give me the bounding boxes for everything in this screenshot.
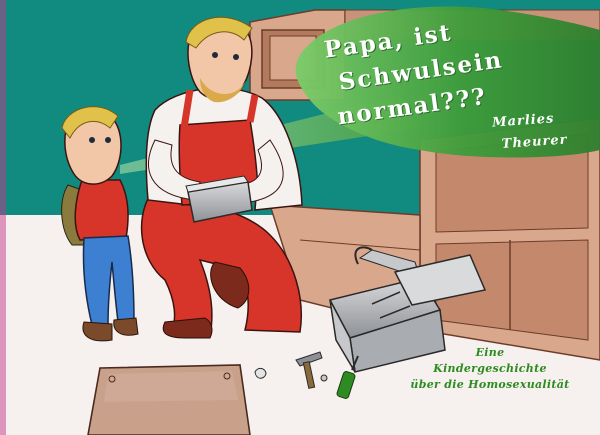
wooden-board-icon — [87, 364, 251, 435]
book-cover: Papa, ist Schwulsein normal??? Marlies T… — [0, 0, 600, 435]
author-name: Marlies Theurer — [492, 107, 569, 156]
left-wall-stripe — [0, 0, 6, 435]
subtitle-line-1: Eine — [475, 346, 505, 359]
subtitle-line-3: über die Homosexualität — [410, 378, 570, 391]
book-subtitle: Eine Kindergeschichte über die Homosexua… — [388, 345, 592, 393]
subtitle-line-2: Kindergeschichte — [433, 362, 547, 375]
